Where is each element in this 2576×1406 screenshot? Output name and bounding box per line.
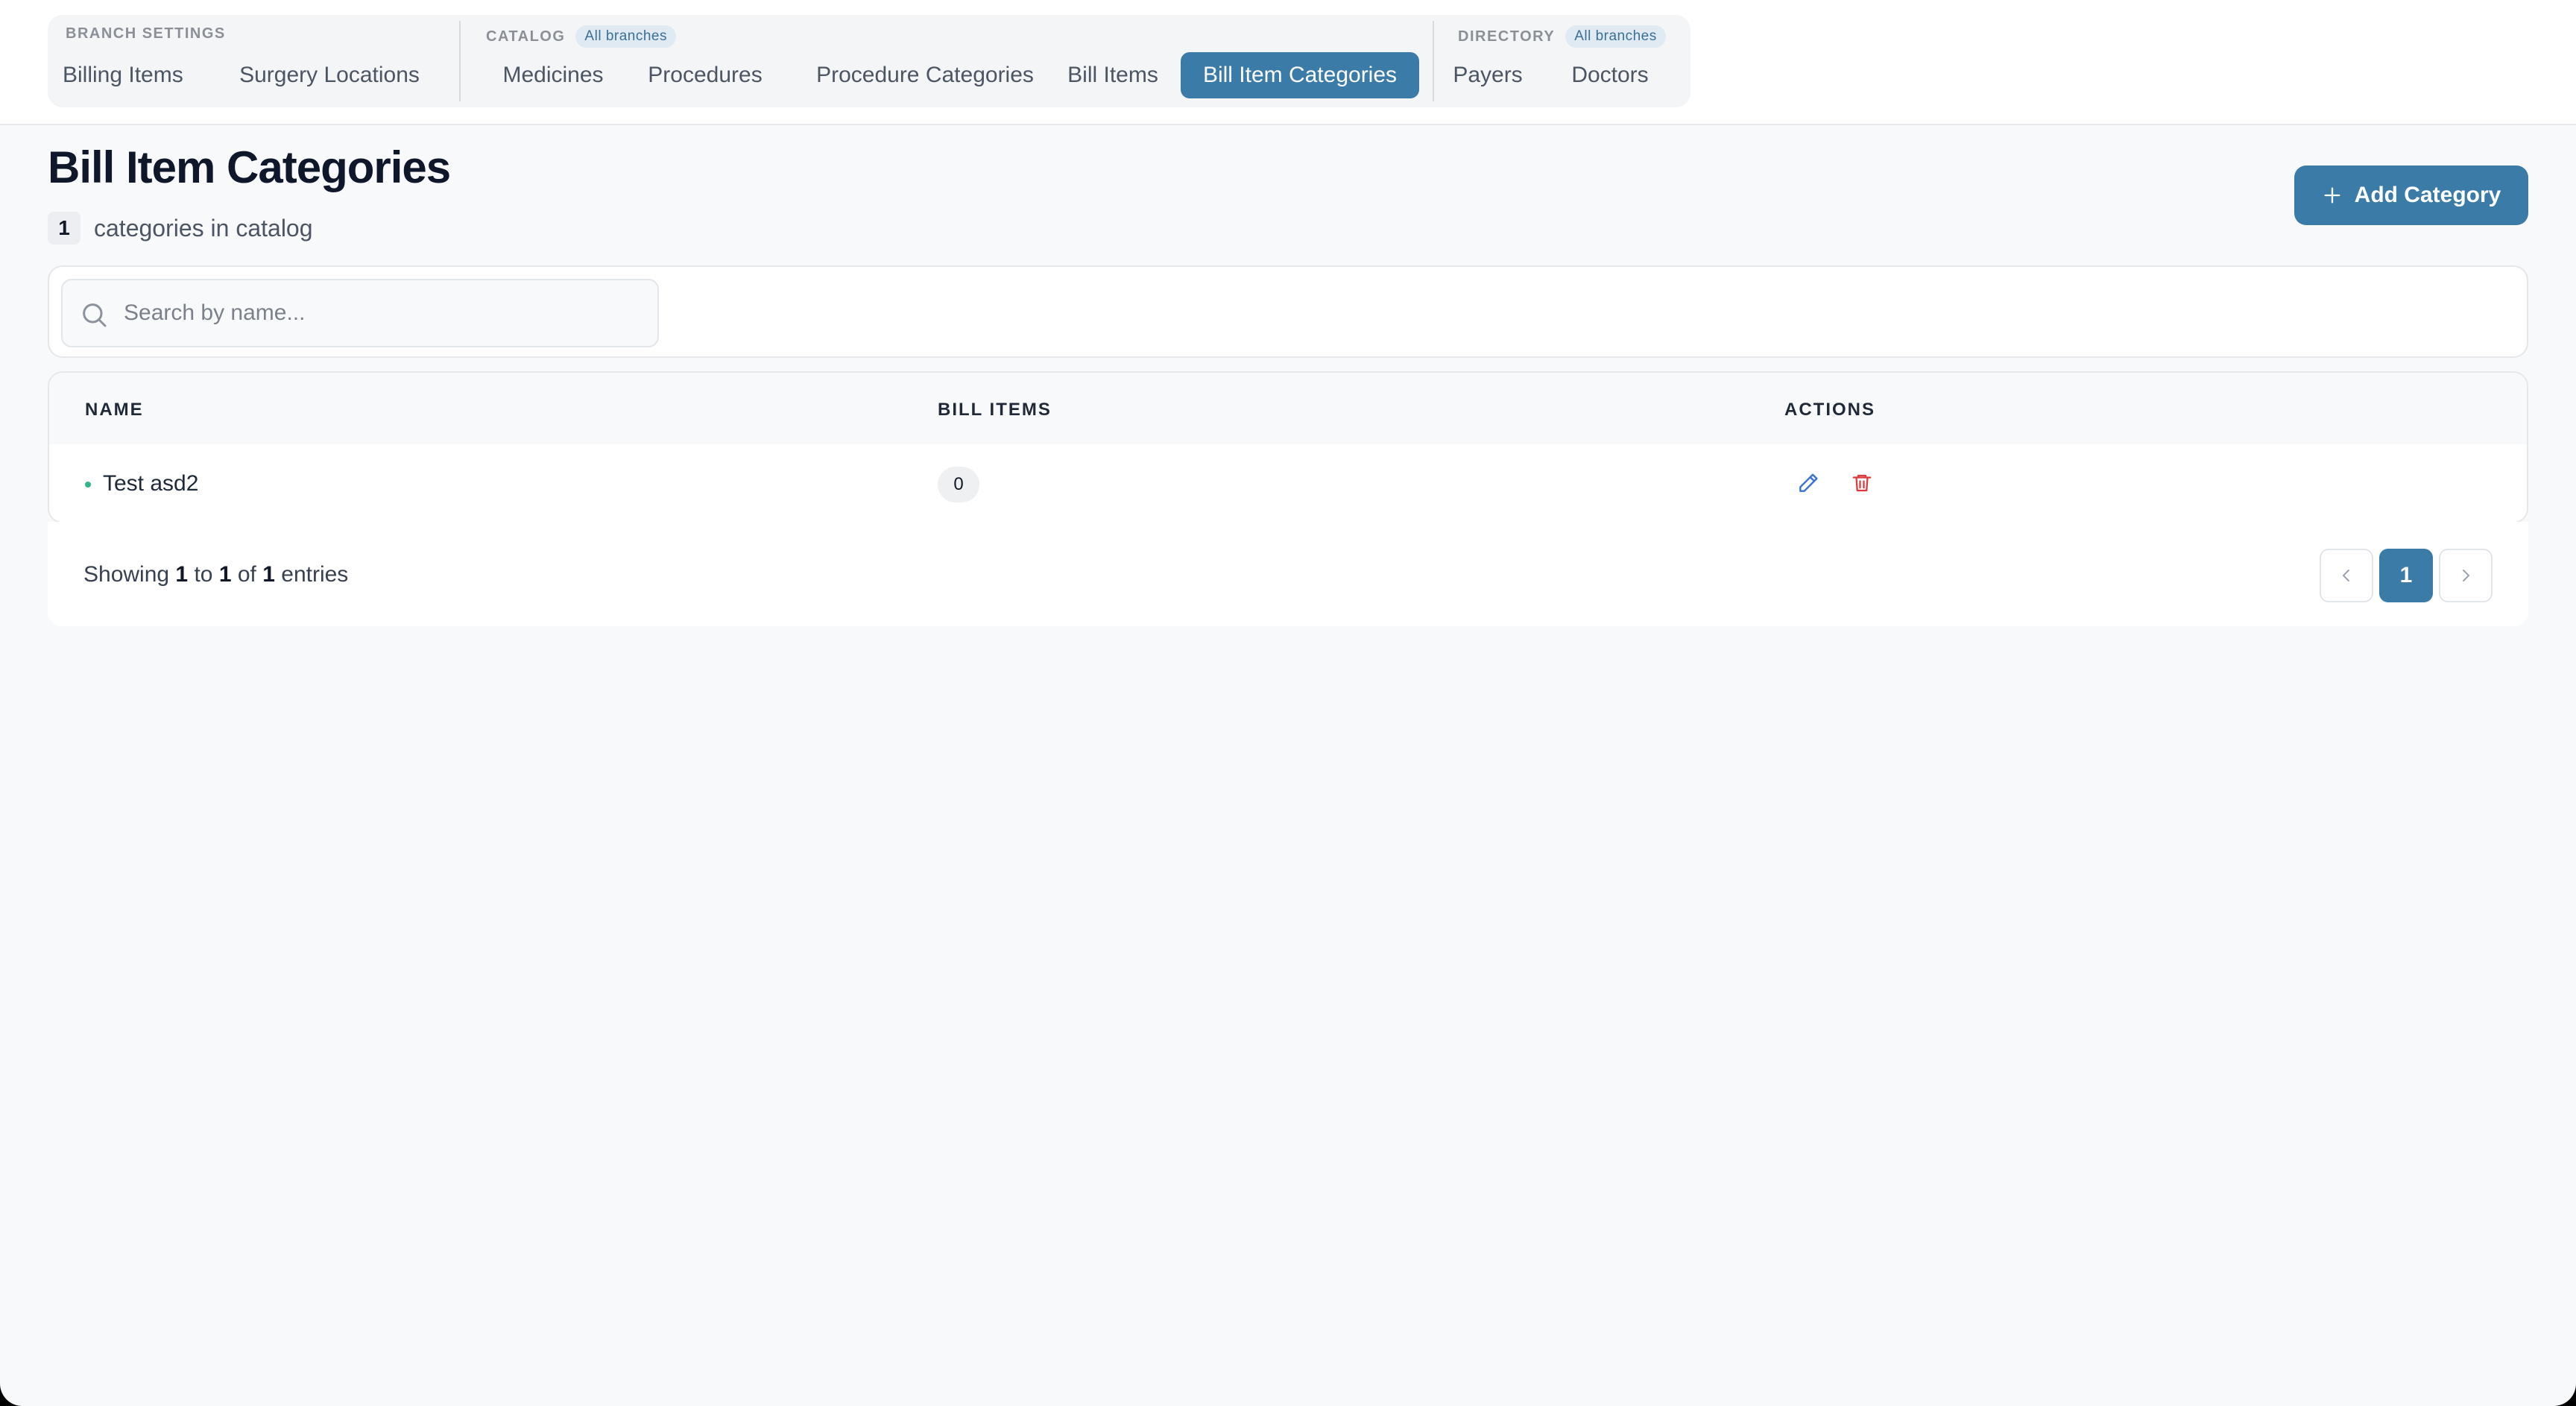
app-window: BRANCH SETTINGS Billing Items Surgery Lo… xyxy=(0,0,2576,1406)
pencil-icon xyxy=(1799,473,1818,492)
nav-divider xyxy=(1433,21,1434,101)
categories-table: NAME BILL ITEMS ACTIONS Test asd2 0 xyxy=(48,371,2528,523)
edit-button[interactable] xyxy=(1792,467,1825,499)
add-category-label: Add Category xyxy=(2354,183,2501,207)
column-header-bill-items[interactable]: BILL ITEMS xyxy=(938,400,1052,420)
summary-to-word: to xyxy=(194,562,213,587)
summary-to: 1 xyxy=(218,562,232,587)
tab-doctors[interactable]: Doctors xyxy=(1567,52,1653,98)
tab-billing-items[interactable]: Billing Items xyxy=(63,52,183,98)
column-header-name[interactable]: NAME xyxy=(85,400,144,420)
tab-medicines[interactable]: Medicines xyxy=(493,52,613,98)
summary-of-word: of xyxy=(237,562,256,587)
tab-surgery-locations[interactable]: Surgery Locations xyxy=(230,52,429,98)
add-category-button[interactable]: Add Category xyxy=(2294,165,2528,225)
summary-suffix: entries xyxy=(281,562,349,587)
catalog-scope-badge: All branches xyxy=(575,25,676,48)
catalog-heading: CATALOG xyxy=(486,28,566,45)
status-dot xyxy=(85,482,91,488)
page-1-button[interactable]: 1 xyxy=(2379,549,2433,602)
table-header: NAME BILL ITEMS ACTIONS xyxy=(49,373,2527,444)
search-input[interactable] xyxy=(124,280,645,346)
search-card xyxy=(48,265,2528,358)
top-navigation-bar: BRANCH SETTINGS Billing Items Surgery Lo… xyxy=(0,0,2576,125)
trash-icon xyxy=(1852,474,1872,492)
chevron-left-icon xyxy=(2343,570,2349,581)
bill-items-count-badge: 0 xyxy=(938,467,979,502)
page-title: Bill Item Categories xyxy=(48,142,451,192)
category-name: Test asd2 xyxy=(103,471,199,496)
branch-settings-group: BRANCH SETTINGS Billing Items Surgery Lo… xyxy=(48,15,459,107)
summary-prefix: Showing xyxy=(83,562,170,587)
category-count-label: categories in catalog xyxy=(94,215,313,242)
delete-button[interactable] xyxy=(1846,467,1878,499)
summary-total: 1 xyxy=(262,562,275,587)
tab-procedures[interactable]: Procedures xyxy=(638,52,772,98)
previous-page-button[interactable] xyxy=(2320,549,2373,602)
chevron-right-icon xyxy=(2463,570,2469,581)
tab-bill-items[interactable]: Bill Items xyxy=(1060,52,1166,98)
directory-group: DIRECTORY All branches Payers Doctors xyxy=(1440,15,1690,107)
tab-payers[interactable]: Payers xyxy=(1450,52,1525,98)
search-box xyxy=(61,279,659,347)
nav-divider xyxy=(459,21,461,101)
next-page-button[interactable] xyxy=(2439,549,2493,602)
tab-procedure-categories[interactable]: Procedure Categories xyxy=(798,52,1052,98)
summary-from: 1 xyxy=(175,562,189,587)
tab-bill-item-categories[interactable]: Bill Item Categories xyxy=(1181,52,1419,98)
search-icon xyxy=(83,303,107,327)
directory-scope-badge: All branches xyxy=(1565,25,1666,48)
column-header-actions: ACTIONS xyxy=(1784,400,1875,420)
branch-settings-heading: BRANCH SETTINGS xyxy=(66,25,226,42)
settings-nav: BRANCH SETTINGS Billing Items Surgery Lo… xyxy=(48,15,1690,107)
pagination-bar: Showing 1 to 1 of 1 entries 1 xyxy=(48,522,2528,626)
entries-summary: Showing 1 to 1 of 1 entries xyxy=(83,562,348,587)
plus-icon xyxy=(2324,187,2340,204)
directory-heading: DIRECTORY xyxy=(1458,28,1556,45)
category-count-badge: 1 xyxy=(48,212,80,245)
catalog-group: CATALOG All branches Medicines Procedure… xyxy=(468,15,1474,107)
table-row[interactable]: Test asd2 0 xyxy=(49,444,2527,522)
